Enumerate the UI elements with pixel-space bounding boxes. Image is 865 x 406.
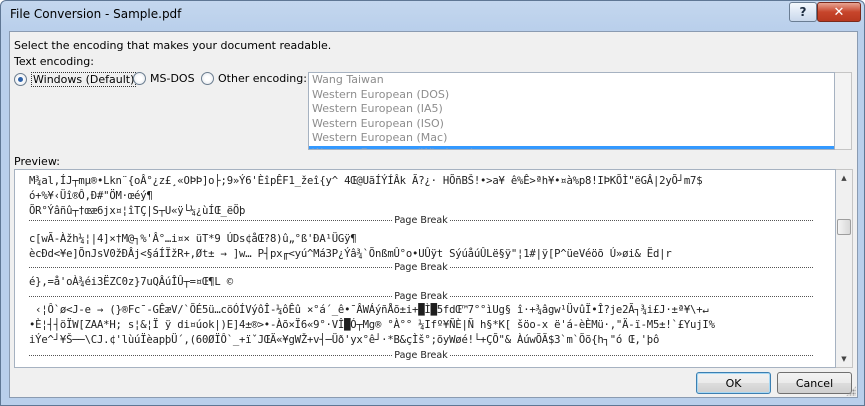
window-title: File Conversion - Sample.pdf	[10, 7, 182, 21]
ok-button[interactable]: OK	[696, 372, 771, 394]
encoding-list-item[interactable]: Western European (IA5)	[309, 102, 834, 117]
close-button[interactable]: ✕	[817, 2, 861, 22]
help-icon: ?	[799, 5, 807, 19]
preview-text-line: c[wÃ-Àžh¼¦|4]×†M@┐%'Â°…i¤× üT*9 ÚDs¢åŒ?8…	[29, 233, 357, 245]
page-break-label: Page Break	[394, 214, 448, 226]
help-button[interactable]: ?	[789, 2, 817, 22]
radio-ms-dos[interactable]: MS-DOS	[133, 72, 195, 85]
radio-msdos-label: MS-DOS	[150, 72, 195, 85]
encoding-listbox[interactable]: Wang Taiwan Western European (DOS) Western…	[308, 72, 835, 150]
scroll-up-icon[interactable]: ▲	[836, 170, 852, 186]
radio-windows-default[interactable]: Windows (Default)	[14, 72, 137, 87]
radio-selected-icon	[14, 73, 27, 86]
preview-text-line: ‹¦Ô`ø<J-e → (}®Fc¯-GÊæV/`ÕÉ5ü…cöÓÍVýôÎ-¼…	[29, 304, 709, 316]
page-break-marker: Page Break	[29, 214, 813, 226]
radio-unselected-icon	[201, 72, 214, 85]
preview-text-line: ó+%¥‹Üî®Ô,Ð#"ÖM·œéý¶	[29, 190, 153, 202]
page-break-label: Page Break	[394, 261, 448, 273]
encoding-list-item[interactable]: Western European (DOS)	[309, 88, 834, 103]
preview-label: Preview:	[14, 155, 60, 168]
scroll-thumb[interactable]	[837, 219, 851, 235]
preview-pane[interactable]: M¾al,ÍJ┬mµ®•Lkn¨{oÂ°¿z£¸«OÞÞ]o├;9»Ý6'Èîp…	[14, 169, 836, 368]
cancel-button[interactable]: Cancel	[777, 372, 852, 394]
page-break-marker: Page Break	[29, 290, 813, 302]
radio-unselected-icon	[133, 72, 146, 85]
page-break-marker: Page Break	[29, 261, 813, 273]
encoding-list-item[interactable]: Western European (ISO)	[309, 117, 834, 132]
preview-text-line: M¾al,ÍJ┬mµ®•Lkn¨{oÂ°¿z£¸«OÞÞ]o├;9»Ý6'Èîp…	[29, 175, 703, 187]
encoding-list-scrollbar[interactable]	[835, 72, 852, 150]
preview-text-line: ècÐd<¥e]ÕnJsV0žÐÂj<§áÍÏžR+,Øt± → ]w… P┤p…	[29, 248, 672, 260]
encoding-list-item[interactable]: Western European (Windows)	[309, 145, 834, 149]
scroll-down-icon[interactable]: ▼	[836, 351, 852, 367]
radio-other-label: Other encoding:	[218, 72, 307, 85]
page-break-label: Page Break	[394, 290, 448, 302]
title-bar[interactable]: File Conversion - Sample.pdf ? ✕	[1, 1, 864, 27]
preview-text-line: é},=å'oÀ¾éi3ËZC0z}7uQÂúÎÛ┬=¤Œ¶L ©	[29, 276, 233, 288]
instruction-text: Select the encoding that makes your docu…	[14, 39, 332, 52]
page-break-label: Page Break	[394, 349, 448, 361]
radio-other-encoding[interactable]: Other encoding:	[201, 72, 307, 85]
preview-text-line: iÝe^┘¥Š──\CJ.¢'lùúÏèapþÜ´,(60ØÏÔ`_+ïˇJŒÄ…	[29, 334, 660, 346]
preview-text-line: •È¦┤┤öÏW[ZAA*H; s¦&¦Ï ÿ di¤úok|)E]4±®>•-…	[29, 319, 715, 331]
close-icon: ✕	[833, 4, 845, 20]
encoding-list-item[interactable]: Western European (Mac)	[309, 131, 834, 146]
radio-windows-label: Windows (Default)	[31, 72, 137, 87]
text-encoding-label: Text encoding:	[14, 55, 94, 68]
dialog-body: Select the encoding that makes your docu…	[9, 31, 858, 398]
preview-scrollbar[interactable]: ▲ ▼	[836, 169, 853, 368]
encoding-list-item[interactable]: Wang Taiwan	[309, 73, 834, 88]
file-conversion-dialog: File Conversion - Sample.pdf ? ✕ Select …	[0, 0, 865, 406]
page-break-marker: Page Break	[29, 349, 813, 361]
